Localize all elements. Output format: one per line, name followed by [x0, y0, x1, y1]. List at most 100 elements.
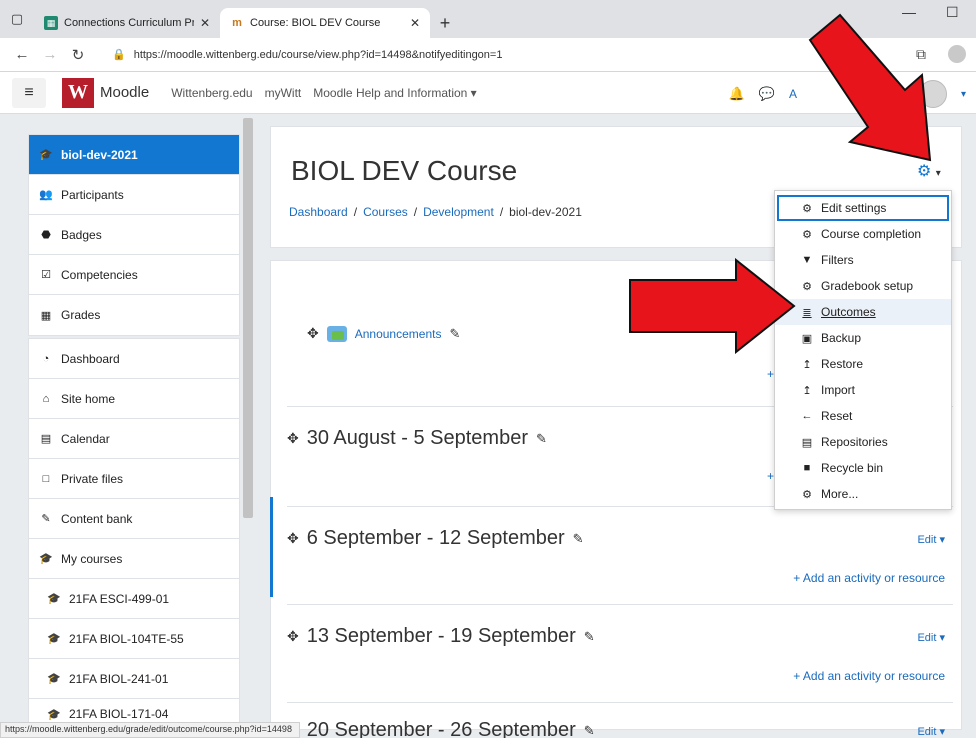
sidebar-item-participants[interactable]: 👥 Participants — [29, 175, 239, 215]
close-tab-icon[interactable]: ✕ — [410, 16, 420, 30]
chevron-down-icon[interactable]: ▾ — [961, 89, 966, 100]
sidebar-item-label: 21FA ESCI-499-01 — [69, 591, 170, 606]
sidebar-item-dashboard[interactable]: ◔ Dashboard — [29, 339, 239, 379]
menu-item-import[interactable]: ↥ Import — [775, 377, 951, 403]
breadcrumb: Dashboard / Courses / Development / biol… — [289, 205, 582, 219]
menu-item-outcomes[interactable]: ≣ Outcomes — [775, 299, 951, 325]
sidebar-item-badges[interactable]: ⬣ Badges — [29, 215, 239, 255]
sidebar-scrollbar[interactable] — [243, 118, 253, 518]
course-actions-dropdown: ⚙ Edit settings ⚙ Course completion ▼ Fi… — [774, 190, 952, 510]
menu-item-gradebook-setup[interactable]: ⚙ Gradebook setup — [775, 273, 951, 299]
add-activity-link[interactable]: + Add an activity or resource — [793, 571, 945, 585]
profile-icon[interactable] — [948, 45, 966, 63]
edit-section-menu[interactable]: Edit ▾ — [917, 725, 945, 738]
maximize-icon[interactable]: ☐ — [946, 4, 959, 21]
messages-icon[interactable]: 💬 — [759, 86, 775, 102]
sidebar-item-course-biol104[interactable]: 🎓 21FA BIOL-104TE-55 — [29, 619, 239, 659]
sidebar-item-my-courses[interactable]: 🎓 My courses — [29, 539, 239, 579]
breadcrumb-development[interactable]: Development — [423, 205, 494, 219]
brush-icon: ✎ — [41, 513, 51, 525]
move-icon[interactable]: ✥ — [307, 325, 319, 342]
pencil-icon[interactable]: ✎ — [536, 431, 547, 447]
hamburger-menu-icon[interactable]: ≡ — [12, 77, 46, 108]
forward-icon[interactable]: → — [36, 46, 64, 63]
pencil-icon[interactable]: ✎ — [584, 629, 595, 645]
sidebar-item-label: Calendar — [61, 431, 110, 446]
menu-item-label: Recycle bin — [821, 461, 884, 475]
move-icon[interactable]: ✥ — [287, 628, 299, 645]
section-title: ✥ 6 September - 12 September ✎ — [287, 527, 584, 550]
back-icon[interactable]: ← — [8, 46, 36, 63]
add-activity-link[interactable]: + Add an activity or resource — [793, 669, 945, 683]
menu-item-edit-settings[interactable]: ⚙ Edit settings — [777, 195, 949, 221]
page-title: BIOL DEV Course — [291, 155, 518, 186]
move-icon[interactable]: ✥ — [287, 530, 299, 547]
window-menu-icon[interactable]: ▢ — [0, 0, 34, 38]
sidebar-item-label: Grades — [61, 308, 101, 322]
sidebar-item-grades[interactable]: ▦ Grades — [29, 295, 239, 335]
menu-item-repositories[interactable]: ▤ Repositories — [775, 429, 951, 455]
cog-icon: ⚙ — [802, 280, 812, 293]
sidebar-item-label: Competencies — [61, 267, 138, 282]
sidebar-item-private-files[interactable]: □ Private files — [29, 459, 239, 499]
home-icon: ⌂ — [42, 392, 50, 405]
pencil-icon[interactable]: ✎ — [449, 326, 460, 342]
red-arrow-to-gear-icon — [808, 13, 932, 162]
nav-link-mywitt[interactable]: myWitt — [265, 86, 302, 100]
pencil-icon[interactable]: ✎ — [584, 723, 595, 738]
import-icon: ↥ — [802, 384, 812, 397]
notifications-bell-icon[interactable]: 🔔 — [729, 86, 745, 102]
edit-section-menu[interactable]: Edit ▾ — [917, 631, 945, 644]
wittenberg-logo-icon[interactable]: W — [62, 77, 94, 108]
graduation-cap-icon: 🎓 — [39, 553, 53, 565]
nav-link-wittenberg[interactable]: Wittenberg.edu — [171, 86, 252, 100]
edit-section-menu[interactable]: Edit ▾ — [917, 533, 945, 546]
breadcrumb-courses[interactable]: Courses — [363, 205, 408, 219]
menu-item-filters[interactable]: ▼ Filters — [775, 247, 951, 273]
nav-link-help[interactable]: Moodle Help and Information ▾ — [313, 86, 476, 100]
move-icon[interactable]: ✥ — [287, 430, 299, 447]
sidebar-item-course-esci499[interactable]: 🎓 21FA ESCI-499-01 — [29, 579, 239, 619]
sidebar-item-site-home[interactable]: ⌂ Site home — [29, 379, 239, 419]
sidebar: 🎓 biol-dev-2021 👥 Participants ⬣ Badges … — [0, 114, 258, 730]
browser-tab-connections[interactable]: ▦ Connections Curriculum Propos ✕ — [34, 8, 220, 38]
graduation-cap-icon: 🎓 — [39, 149, 53, 161]
lock-icon: 🔒 — [112, 49, 126, 61]
forum-icon — [326, 325, 347, 342]
new-tab-button[interactable]: + — [430, 8, 460, 38]
section-title: ✥ 30 August - 5 September ✎ — [287, 427, 547, 450]
graduation-cap-icon: 🎓 — [47, 633, 61, 645]
menu-item-course-completion[interactable]: ⚙ Course completion — [775, 221, 951, 247]
menu-item-more[interactable]: ⚙ More... — [775, 481, 951, 507]
sidebar-item-competencies[interactable]: ☑ Competencies — [29, 255, 239, 295]
cog-icon: ⚙ — [802, 202, 812, 215]
menu-item-recycle-bin[interactable]: ■ Recycle bin — [775, 455, 951, 481]
sidebar-item-calendar[interactable]: ▤ Calendar — [29, 419, 239, 459]
section-title-text: 13 September - 19 September — [306, 625, 576, 647]
breadcrumb-dashboard[interactable]: Dashboard — [289, 205, 348, 219]
menu-item-reset[interactable]: ← Reset — [775, 403, 951, 429]
cog-icon: ⚙ — [802, 228, 812, 241]
graduation-cap-icon: 🎓 — [47, 708, 61, 721]
sidebar-item-label: biol-dev-2021 — [61, 147, 138, 162]
breadcrumb-separator: / — [353, 205, 358, 219]
close-tab-icon[interactable]: ✕ — [200, 16, 210, 30]
announcements-link[interactable]: Announcements — [355, 327, 442, 341]
dashboard-icon: ◔ — [42, 352, 50, 365]
menu-item-backup[interactable]: ▣ Backup — [775, 325, 951, 351]
breadcrumb-separator: / — [413, 205, 418, 219]
reload-icon[interactable]: ↻ — [64, 46, 92, 64]
add-activity-plus-icon[interactable]: + — [767, 367, 774, 381]
browser-tab-course[interactable]: m Course: BIOL DEV Course ✕ — [220, 8, 430, 38]
url-field[interactable]: 🔒 https://moodle.wittenberg.edu/course/v… — [102, 43, 722, 67]
add-activity-plus-icon[interactable]: + — [767, 469, 774, 483]
list-icon: ≣ — [802, 306, 812, 319]
sidebar-item-course-biol241[interactable]: 🎓 21FA BIOL-241-01 — [29, 659, 239, 699]
menu-item-restore[interactable]: ↥ Restore — [775, 351, 951, 377]
site-name[interactable]: Moodle — [100, 84, 149, 101]
tab-title: Course: BIOL DEV Course — [250, 17, 381, 29]
sidebar-item-course[interactable]: 🎓 biol-dev-2021 — [29, 135, 239, 175]
section-title-text: 30 August - 5 September — [306, 427, 528, 449]
pencil-icon[interactable]: ✎ — [573, 531, 584, 547]
sidebar-item-content-bank[interactable]: ✎ Content bank — [29, 499, 239, 539]
